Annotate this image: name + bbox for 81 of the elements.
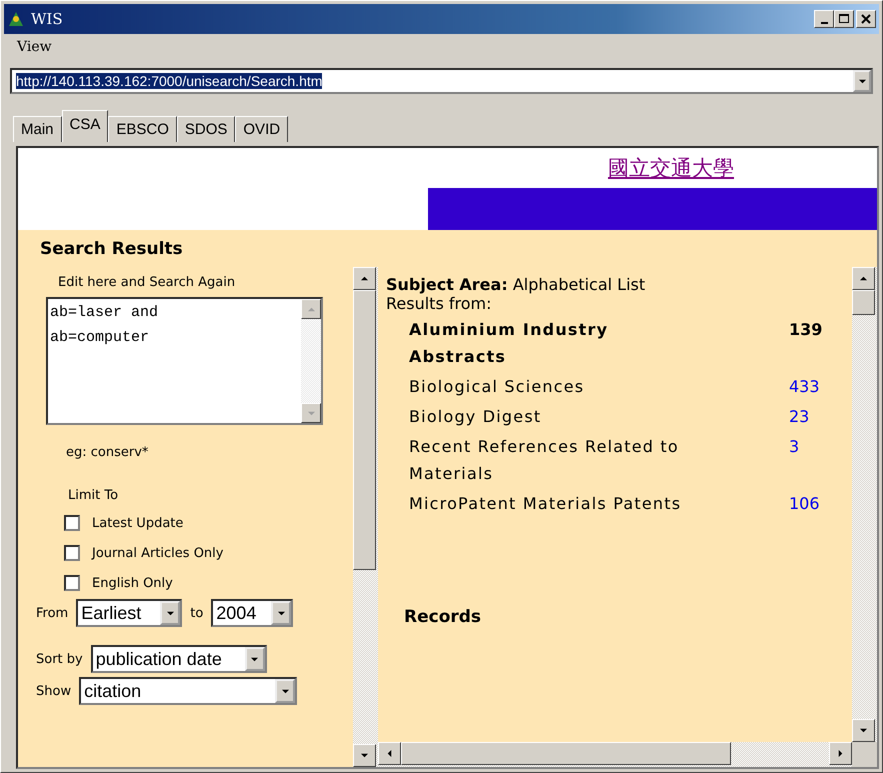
section-heading: Search Results xyxy=(40,239,184,261)
results-from-label: Results from: xyxy=(386,294,492,313)
to-select[interactable]: 2004 xyxy=(211,599,294,627)
result-count: 139 xyxy=(789,320,822,339)
sort-select[interactable]: publication date xyxy=(90,645,267,673)
sort-label: Sort by xyxy=(36,652,83,666)
triangle-icon xyxy=(858,78,866,84)
scrollbar[interactable] xyxy=(852,267,877,742)
triangle-icon xyxy=(280,688,290,694)
tab[interactable]: EBSCO xyxy=(108,116,177,142)
limit-label: Limit To xyxy=(68,488,120,503)
from-select[interactable]: Earliest xyxy=(76,599,182,627)
menu-item[interactable]: View xyxy=(17,39,52,55)
scroll-left-button[interactable] xyxy=(378,742,401,765)
close-button[interactable] xyxy=(856,10,876,28)
maximize-button[interactable] xyxy=(834,10,854,28)
checkbox[interactable] xyxy=(64,575,80,591)
result-count-link[interactable]: 106 xyxy=(789,494,820,513)
scroll-down-button[interactable] xyxy=(301,403,321,423)
checkbox[interactable] xyxy=(64,545,80,561)
triangle-icon xyxy=(360,275,369,282)
triangle-icon xyxy=(276,610,286,616)
subject-area-text: Subject Area: Alphabetical List xyxy=(386,275,646,294)
dropdown-button[interactable] xyxy=(160,601,180,625)
triangle-icon xyxy=(859,275,868,282)
address-field[interactable]: http://140.113.39.162:7000/unisearch/Search.htm xyxy=(10,68,873,94)
scroll-down-button[interactable] xyxy=(353,744,376,767)
database-name: Aluminium Industry Abstracts xyxy=(409,319,610,368)
scroll-down-button[interactable] xyxy=(852,719,875,742)
dropdown-button[interactable] xyxy=(244,647,265,671)
database-name: Recent References Related to Materials xyxy=(409,436,680,485)
scroll-up-button[interactable] xyxy=(301,299,321,319)
scroll-thumb[interactable] xyxy=(401,742,731,765)
database-name: MicroPatent Materials Patents xyxy=(409,493,682,515)
tab[interactable]: OVID xyxy=(235,116,288,142)
result-count-link[interactable]: 433 xyxy=(789,377,820,396)
triangle-icon xyxy=(306,306,316,312)
minimize-button[interactable] xyxy=(814,10,834,28)
checkbox-label: Latest Update xyxy=(92,516,184,530)
triangle-icon xyxy=(386,749,393,758)
triangle-icon xyxy=(306,410,316,416)
show-label: Show xyxy=(36,684,72,698)
tab[interactable]: CSA xyxy=(62,110,108,142)
minimize-icon xyxy=(820,22,828,24)
scroll-thumb[interactable] xyxy=(852,290,875,315)
close-icon xyxy=(861,14,871,24)
app-icon xyxy=(7,10,25,28)
tab[interactable]: Main xyxy=(13,116,62,142)
database-name: Biology Digest xyxy=(409,406,542,428)
triangle-icon xyxy=(859,727,868,734)
triangle-icon xyxy=(166,610,175,616)
triangle-icon xyxy=(837,749,844,758)
university-link[interactable]: 國立交通大學 xyxy=(608,154,734,182)
checkbox-label: English Only xyxy=(92,576,173,590)
records-heading: Records xyxy=(404,607,482,627)
tab[interactable]: SDOS xyxy=(176,116,236,142)
scrollbar-corner xyxy=(852,742,877,767)
scroll-up-button[interactable] xyxy=(353,267,376,290)
scrollbar[interactable] xyxy=(353,267,378,767)
maximize-icon xyxy=(839,14,849,24)
scroll-right-button[interactable] xyxy=(829,742,852,765)
dropdown-button[interactable] xyxy=(271,601,292,625)
triangle-icon xyxy=(250,656,260,662)
checkbox[interactable] xyxy=(64,515,80,531)
database-name: Biological Sciences xyxy=(409,376,586,398)
dropdown-button[interactable] xyxy=(853,70,871,92)
scroll-up-button[interactable] xyxy=(852,267,875,290)
window-title: WIS xyxy=(31,10,64,28)
example-hint: eg: conserv* xyxy=(66,445,150,460)
triangle-icon xyxy=(360,752,369,759)
checkbox-label: Journal Articles Only xyxy=(92,546,224,560)
query-field[interactable]: ab=laser and ab=computer xyxy=(46,297,323,425)
result-count-link[interactable]: 3 xyxy=(789,437,800,456)
show-select[interactable]: citation xyxy=(79,677,298,705)
result-count-link[interactable]: 23 xyxy=(789,407,810,426)
scroll-thumb[interactable] xyxy=(353,290,376,570)
from-label: From xyxy=(36,606,68,620)
horizontal-scrollbar[interactable] xyxy=(378,742,852,767)
dropdown-button[interactable] xyxy=(275,679,296,703)
field-label: Edit here and Search Again xyxy=(58,275,236,290)
to-label: to xyxy=(190,606,204,620)
